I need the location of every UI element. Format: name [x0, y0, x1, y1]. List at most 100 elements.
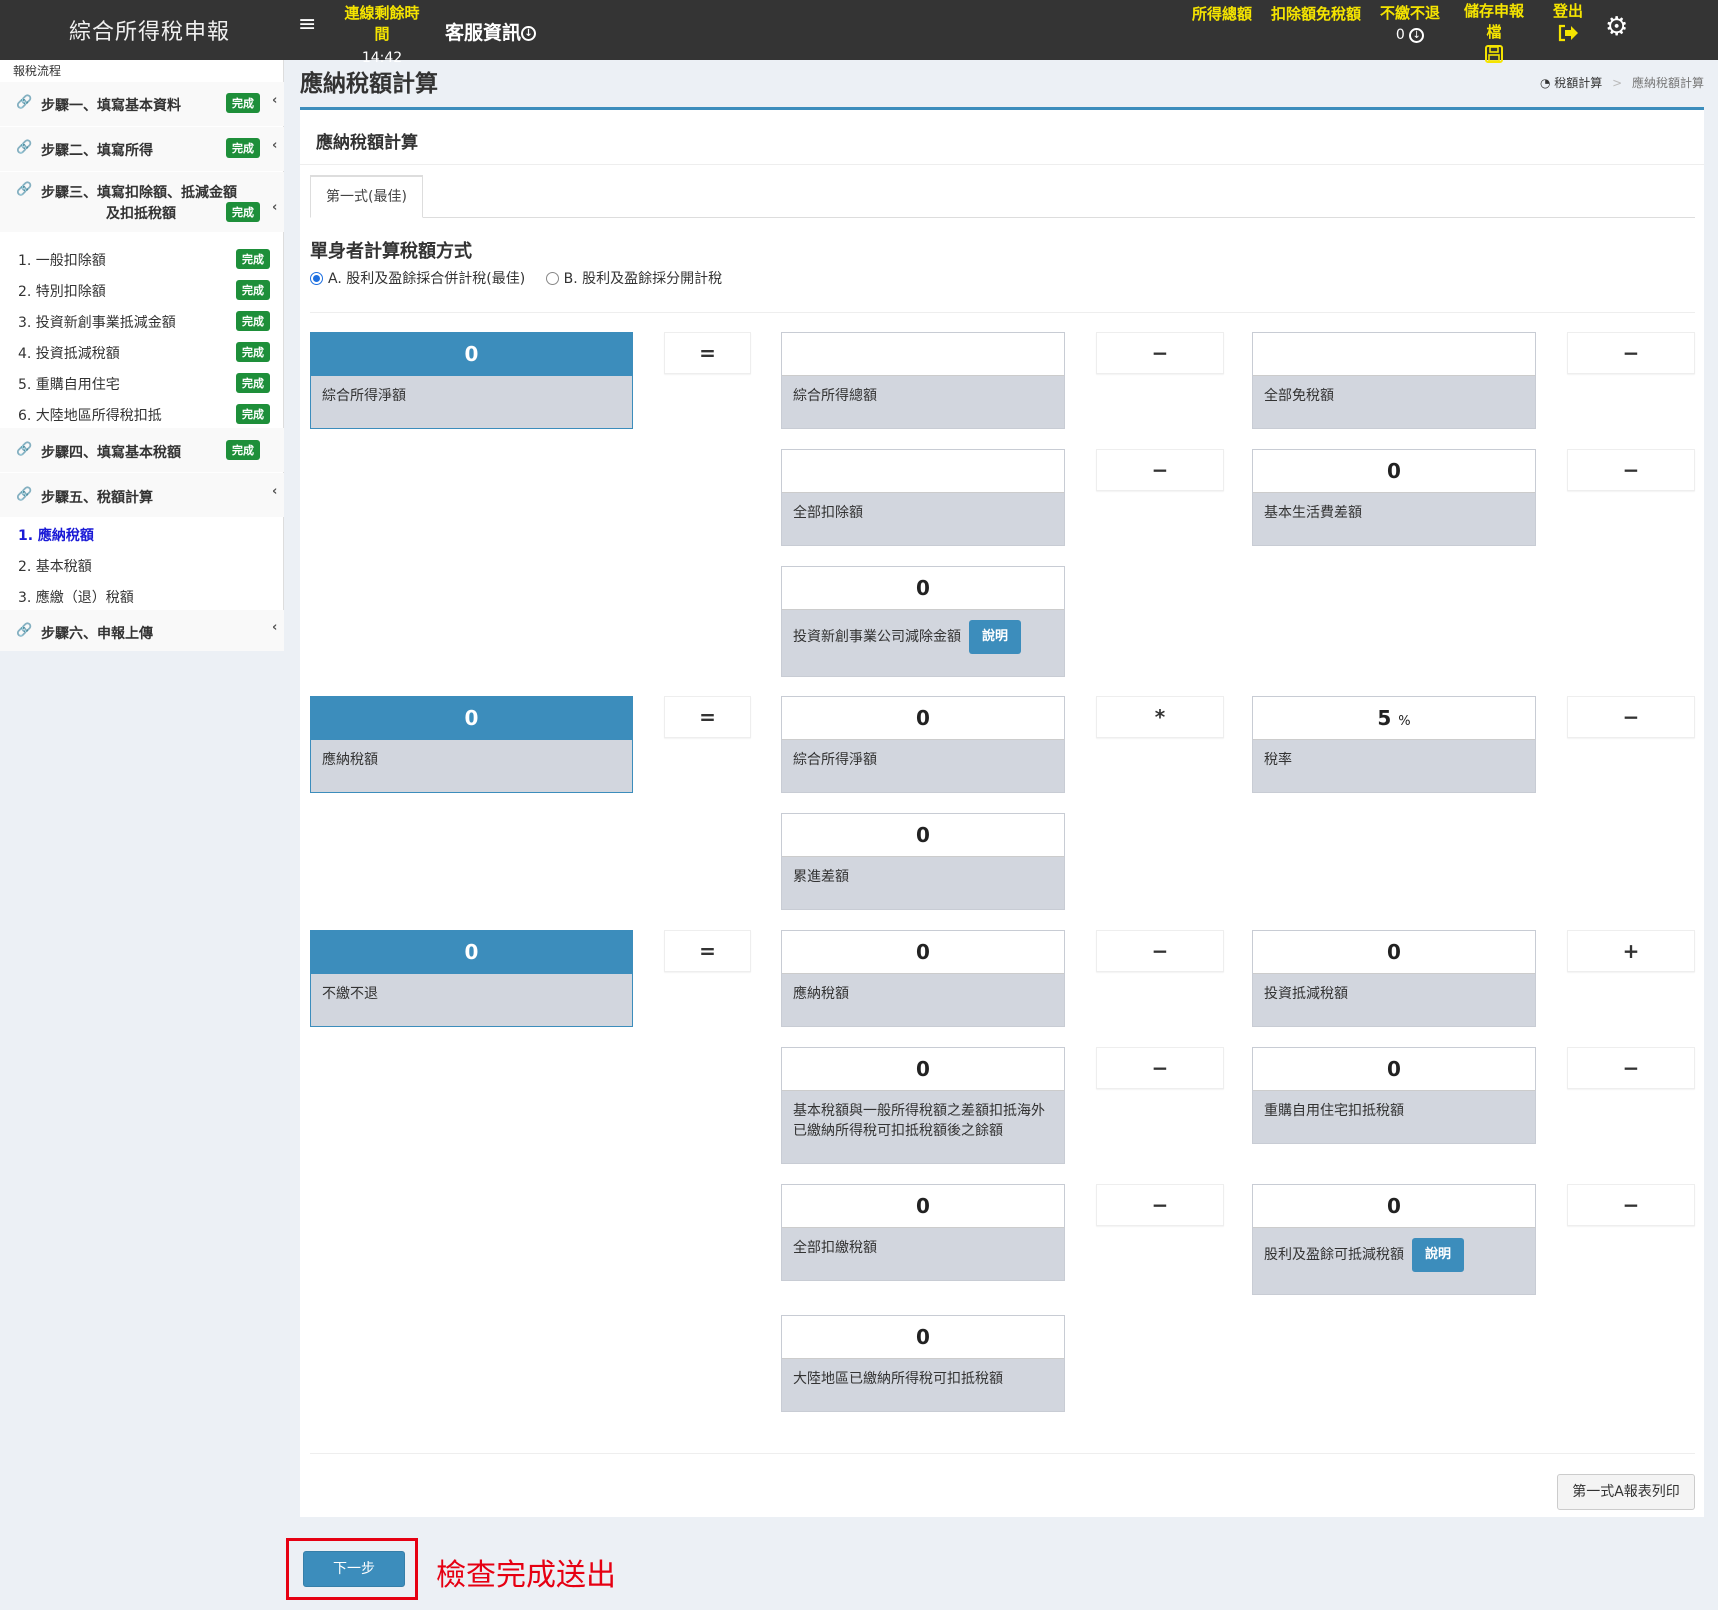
field-label: 大陸地區已繳納所得稅可扣抵稅額: [793, 1371, 1003, 1387]
chevron-down-circle-icon: ↓: [521, 26, 537, 41]
sidebar-subitem-house[interactable]: 5. 重購自用住宅: [18, 374, 120, 394]
session-timer: 連線剩餘時間 14:42: [339, 2, 425, 66]
field-label-row: 股利及盈餘可抵減稅額 說明: [1253, 1228, 1535, 1282]
status-badge: 完成: [236, 249, 270, 269]
sidebar-item-step2[interactable]: 🔗 步驟二、填寫所得 完成 ‹: [0, 127, 284, 171]
status-badge: 完成: [226, 93, 260, 113]
result-value: 0: [311, 931, 632, 974]
option-a-radio[interactable]: A. 股利及盈餘採合併計稅(最佳): [310, 271, 525, 287]
minus-operator: −: [1567, 332, 1695, 374]
field-value: 0: [782, 814, 1064, 857]
top-navbar: 綜合所得稅申報 ≡ 連線剩餘時間 14:42 客服資訊 ↓ 所得總額 扣除額免稅額…: [0, 0, 1718, 66]
deduction-link[interactable]: 扣除額免稅額: [1271, 3, 1361, 24]
field-progressive-diff: 0 累進差額: [781, 813, 1065, 910]
field-basic-living: 0 基本生活費差額: [1252, 449, 1536, 546]
divider: [310, 312, 1695, 313]
sidebar-subitem-mainland[interactable]: 6. 大陸地區所得稅扣抵: [18, 405, 162, 425]
field-value: 0: [1253, 1048, 1535, 1091]
status-badge: 完成: [226, 138, 260, 158]
field-withholding: 0 全部扣繳稅額: [781, 1184, 1065, 1281]
sidebar: 報稅流程 🔗 步驟一、填寫基本資料 完成 ‹ 🔗 步驟二、填寫所得 完成 ‹ 🔗…: [0, 60, 284, 651]
field-tax-rate: 5 % 稅率: [1252, 696, 1536, 793]
service-info-button[interactable]: 客服資訊 ↓: [445, 18, 537, 45]
sidebar-subitem-refund[interactable]: 3. 應繳（退）稅額: [18, 587, 134, 607]
sidebar-item-step4[interactable]: 🔗 步驟四、填寫基本稅額 完成: [0, 428, 284, 472]
field-label: 重購自用住宅扣抵稅額: [1264, 1103, 1404, 1119]
field-exemptions: 全部免稅額: [1252, 332, 1536, 429]
link-icon: 🔗: [16, 623, 33, 638]
status-badge: 完成: [236, 404, 270, 424]
save-file-button[interactable]: 儲存申報檔: [1458, 0, 1530, 68]
status-badge: 完成: [236, 280, 270, 300]
status-badge: 完成: [226, 202, 260, 222]
field-value: [782, 450, 1064, 493]
field-value: 0: [1253, 1185, 1535, 1228]
sidebar-subitem-invest-credit[interactable]: 4. 投資抵減稅額: [18, 343, 120, 363]
next-step-button[interactable]: 下一步: [303, 1551, 405, 1587]
equals-operator: =: [664, 696, 751, 738]
field-label: 累進差額: [793, 869, 849, 885]
minus-operator: −: [1567, 449, 1695, 491]
income-total-link[interactable]: 所得總額: [1192, 3, 1252, 24]
sidebar-subitem-basic-tax[interactable]: 2. 基本稅額: [18, 556, 92, 576]
explain-button[interactable]: 說明: [969, 620, 1022, 654]
breadcrumb: ◔ 稅額計算 > 應納稅額計算: [1540, 74, 1704, 91]
sidebar-item-step5[interactable]: 🔗 步驟五、稅額計算 ‹: [0, 473, 284, 517]
result-no-pay-no-refund: 0 不繳不退: [310, 930, 633, 1027]
chevron-left-icon: ‹: [272, 620, 278, 635]
app-title[interactable]: 綜合所得稅申報: [69, 14, 230, 46]
field-gross-income: 綜合所得總額: [781, 332, 1065, 429]
floppy-disk-icon: [1485, 45, 1503, 63]
status-badge: 完成: [236, 342, 270, 362]
field-label: 全部扣除額: [793, 505, 863, 521]
option-b-radio[interactable]: B. 股利及盈餘採分開計稅: [545, 271, 723, 287]
field-mainland-credit: 0 大陸地區已繳納所得稅可扣抵稅額: [781, 1315, 1065, 1412]
sidebar-item-step3[interactable]: 🔗 步驟三、填寫扣除額、抵減金額 及扣抵稅額 完成 ‹: [0, 172, 284, 232]
field-label: 投資抵減稅額: [1264, 986, 1348, 1002]
timer-label: 連線剩餘時間: [344, 4, 420, 43]
sidebar-subitem-special-deduction[interactable]: 2. 特別扣除額: [18, 281, 106, 301]
field-label-row: 投資新創事業公司減除金額 說明: [782, 610, 1064, 664]
link-icon: 🔗: [16, 182, 33, 197]
chevron-left-icon: ‹: [272, 138, 278, 153]
field-label: 投資新創事業公司減除金額: [793, 629, 961, 645]
link-icon: 🔗: [16, 442, 33, 457]
sidebar-item-step6[interactable]: 🔗 步驟六、申報上傳 ‹: [0, 610, 284, 651]
field-dividend-credit: 0 股利及盈餘可抵減稅額 說明: [1252, 1184, 1536, 1295]
option-b-label: B. 股利及盈餘採分開計稅: [563, 271, 723, 287]
dashboard-icon: ◔: [1539, 76, 1551, 90]
minus-operator: −: [1096, 1047, 1224, 1089]
gear-icon[interactable]: ⚙: [1605, 12, 1628, 42]
radio-unchecked-icon: [545, 271, 559, 285]
sidebar-subitem-general-deduction[interactable]: 1. 一般扣除額: [18, 250, 106, 270]
minus-operator: −: [1096, 930, 1224, 972]
sign-out-icon: [1558, 24, 1578, 42]
chevron-left-icon: ‹: [272, 484, 278, 499]
section-title: 單身者計算稅額方式: [310, 241, 472, 262]
refund-summary[interactable]: 不繳不退 0 ↓: [1379, 2, 1441, 43]
status-badge: 完成: [236, 373, 270, 393]
menu-toggle-icon[interactable]: ≡: [298, 12, 316, 37]
breadcrumb-home[interactable]: 稅額計算: [1554, 76, 1602, 90]
field-label: 基本稅額與一般所得稅額之差額扣抵海外已繳納所得稅可扣抵稅額後之餘額: [793, 1103, 1045, 1139]
divider: [300, 164, 1704, 165]
sidebar-item-step1[interactable]: 🔗 步驟一、填寫基本資料 完成 ‹: [0, 82, 284, 126]
chevron-down-circle-icon: ↓: [1409, 27, 1425, 43]
field-tax-payable: 0 應納稅額: [781, 930, 1065, 1027]
panel-title: 應納稅額計算: [316, 133, 418, 153]
explain-button[interactable]: 說明: [1412, 1238, 1465, 1272]
field-label: 全部免稅額: [1264, 388, 1334, 404]
save-label: 儲存申報檔: [1463, 2, 1524, 41]
sidebar-subitem-startup-invest[interactable]: 3. 投資新創事業抵減金額: [18, 312, 176, 332]
minus-operator: −: [1096, 332, 1224, 374]
print-report-button[interactable]: 第一式A報表列印: [1557, 1474, 1695, 1510]
tab-formula-1[interactable]: 第一式(最佳): [310, 175, 423, 218]
sidebar-subitem-tax-payable[interactable]: 1. 應納稅額: [18, 525, 94, 545]
result-label: 應納稅額: [322, 752, 378, 768]
service-info-label: 客服資訊: [445, 22, 522, 44]
result-label: 綜合所得淨額: [322, 388, 406, 404]
minus-operator: −: [1567, 1184, 1695, 1226]
logout-button[interactable]: 登出: [1550, 0, 1586, 47]
field-label: 稅率: [1264, 752, 1292, 768]
equals-operator: =: [664, 930, 751, 972]
